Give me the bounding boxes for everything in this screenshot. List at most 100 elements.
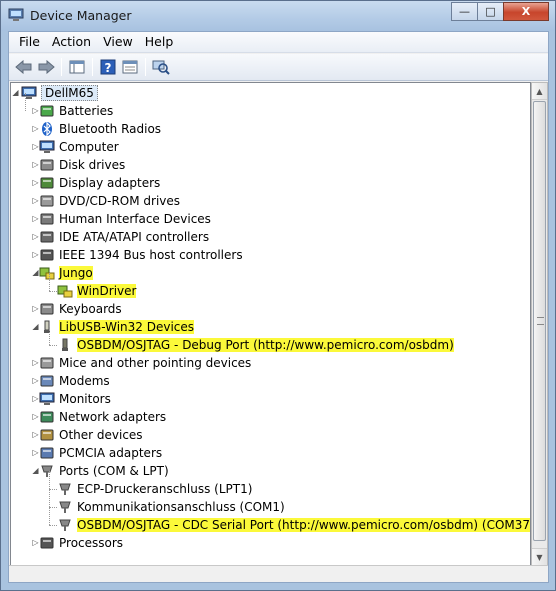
tree-item[interactable]: Processors: [39, 534, 123, 552]
vertical-scrollbar[interactable]: ▲ ▼: [531, 82, 548, 566]
tree-item[interactable]: OSBDM/OSJTAG - Debug Port (http://www.pe…: [57, 336, 454, 354]
tree-item[interactable]: Other devices: [39, 426, 143, 444]
back-button[interactable]: [13, 56, 35, 78]
menu-view[interactable]: View: [97, 32, 139, 52]
tree-item[interactable]: IEEE 1394 Bus host controllers: [39, 246, 243, 264]
close-button[interactable]: X: [503, 2, 549, 21]
tree-connector: [49, 525, 57, 526]
scroll-down-arrow[interactable]: ▼: [532, 548, 547, 565]
console-tree-icon: [122, 60, 138, 74]
category-label: DVD/CD-ROM drives: [59, 194, 181, 208]
tree-item[interactable]: Network adapters: [39, 408, 166, 426]
window-title: Device Manager: [30, 8, 132, 23]
port-icon: [59, 519, 71, 531]
scroll-thumb[interactable]: [533, 101, 546, 541]
category-label: Monitors: [59, 392, 111, 406]
tree-item[interactable]: Ports (COM & LPT): [39, 462, 169, 480]
category-label: PCMCIA adapters: [59, 446, 163, 460]
maximize-button[interactable]: □: [477, 2, 504, 21]
tree-item[interactable]: Computer: [39, 138, 119, 156]
scan-hardware-button[interactable]: [150, 56, 172, 78]
category-label: Human Interface Devices: [59, 212, 211, 226]
tree-connector: [49, 471, 50, 525]
tree-item[interactable]: Kommunikationsanschluss (COM1): [57, 498, 285, 516]
menu-action[interactable]: Action: [46, 32, 97, 52]
tree-connector: [49, 291, 57, 292]
scroll-up-arrow[interactable]: ▲: [532, 83, 547, 100]
help-button[interactable]: ?: [97, 56, 119, 78]
minimize-button[interactable]: —: [451, 2, 478, 21]
tree-item[interactable]: Display adapters: [39, 174, 160, 192]
tree-item[interactable]: PCMCIA adapters: [39, 444, 162, 462]
processor-icon: [40, 537, 54, 549]
tree-item[interactable]: LibUSB-Win32 Devices: [39, 318, 195, 336]
dvd-drive-icon: [40, 195, 54, 207]
port-icon: [59, 483, 71, 495]
toolbar-separator: [92, 58, 93, 76]
tree-item[interactable]: IDE ATA/ATAPI controllers: [39, 228, 209, 246]
category-label: Processors: [59, 536, 124, 550]
tree-connector: [49, 489, 57, 490]
tree-item[interactable]: Batteries: [39, 102, 113, 120]
category-label: Disk drives: [59, 158, 126, 172]
category-label: LibUSB-Win32 Devices: [59, 320, 195, 334]
category-label: Modems: [59, 374, 110, 388]
maximize-icon: □: [485, 5, 496, 18]
toolbar: ?: [9, 54, 548, 81]
device-label: OSBDM/OSJTAG - Debug Port (http://www.pe…: [77, 338, 454, 352]
device-tree[interactable]: ◢ DellM65 ▷ Batteries ▷ Bluetooth Radios ▷ Comp…: [10, 82, 531, 566]
tree-item[interactable]: Human Interface Devices: [39, 210, 211, 228]
title-bar[interactable]: Device Manager — □ X: [1, 1, 555, 31]
menu-bar: File Action View Help: [9, 32, 548, 53]
tree-item[interactable]: OSBDM/OSJTAG - CDC Serial Port (http://w…: [57, 516, 530, 534]
menu-help[interactable]: Help: [139, 32, 180, 52]
disk-drive-icon: [40, 159, 54, 171]
modem-icon: [40, 375, 54, 387]
category-label: Batteries: [59, 104, 114, 118]
tree-item[interactable]: Monitors: [39, 390, 111, 408]
category-label: Mice and other pointing devices: [59, 356, 252, 370]
tree-root[interactable]: DellM65: [21, 84, 98, 102]
tree-item[interactable]: Bluetooth Radios: [39, 120, 161, 138]
category-label: Jungo: [59, 266, 93, 280]
category-label: Network adapters: [59, 410, 167, 424]
collapse-arrow-icon[interactable]: ◢: [11, 88, 20, 97]
menu-file[interactable]: File: [13, 32, 46, 52]
tree-item[interactable]: Keyboards: [39, 300, 122, 318]
windriver-icon: [57, 285, 73, 298]
tree-connector: [25, 93, 26, 111]
properties-button[interactable]: [119, 56, 141, 78]
minimize-icon: —: [459, 5, 470, 18]
keyboard-icon: [40, 303, 54, 315]
tree-item[interactable]: Modems: [39, 372, 110, 390]
tree-item[interactable]: Jungo: [39, 264, 93, 282]
show-hide-console-tree-button[interactable]: [66, 56, 88, 78]
tree-connector: [49, 273, 50, 291]
category-label: Display adapters: [59, 176, 161, 190]
computer-icon: [39, 140, 55, 153]
tree-item[interactable]: WinDriver: [57, 282, 137, 300]
properties-sheet-icon: [69, 60, 85, 74]
tree-item[interactable]: Disk drives: [39, 156, 125, 174]
category-label: Bluetooth Radios: [59, 122, 162, 136]
category-label: IDE ATA/ATAPI controllers: [59, 230, 210, 244]
tree-item[interactable]: DVD/CD-ROM drives: [39, 192, 180, 210]
forward-icon: [38, 60, 55, 74]
toolbar-separator: [145, 58, 146, 76]
forward-button[interactable]: [35, 56, 57, 78]
hid-icon: [40, 213, 54, 225]
category-label: IEEE 1394 Bus host controllers: [59, 248, 243, 262]
scan-hardware-icon: [152, 60, 170, 75]
network-adapter-icon: [40, 411, 54, 423]
back-icon: [15, 60, 32, 74]
tree-item[interactable]: Mice and other pointing devices: [39, 354, 251, 372]
tree-connector: [49, 327, 50, 345]
pcmcia-icon: [40, 447, 54, 459]
help-icon: ?: [100, 59, 116, 75]
ide-controller-icon: [40, 231, 54, 243]
toolbar-separator: [61, 58, 62, 76]
tree-root-label: DellM65: [41, 85, 98, 101]
tree-item[interactable]: ECP-Druckeranschluss (LPT1): [57, 480, 252, 498]
monitor-icon: [39, 392, 55, 405]
device-manager-window: Device Manager — □ X File Action View He…: [0, 0, 556, 591]
